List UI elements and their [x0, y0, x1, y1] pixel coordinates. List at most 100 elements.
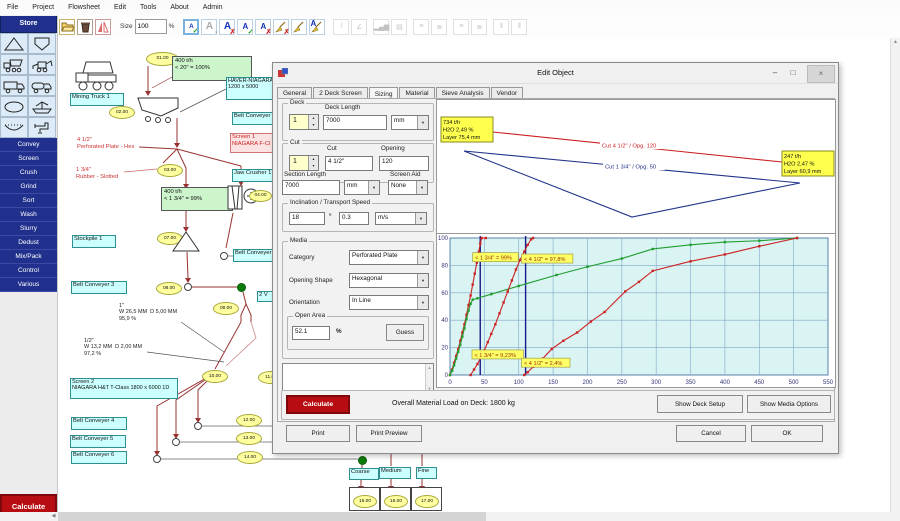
tab-2-deck-screen[interactable]: 2 Deck Screen — [313, 87, 368, 98]
flowsheet-node-mining-truck-1[interactable]: Mining Truck 1 — [70, 93, 124, 106]
cut-number-spinner[interactable]: 1 ▲▼ — [289, 155, 319, 171]
flowsheet-node[interactable] — [172, 438, 180, 446]
chevron-down-icon[interactable]: ▼ — [417, 274, 428, 287]
guess-button[interactable]: Guess — [386, 324, 424, 341]
flowsheet-node[interactable] — [358, 456, 367, 465]
orientation-select[interactable]: In Line ▼ — [349, 295, 429, 310]
vertical-scrollbar[interactable]: ▲ — [890, 38, 900, 512]
hopper-icon[interactable] — [28, 33, 56, 54]
speed-unit-select[interactable]: m/s ▼ — [375, 212, 427, 225]
tab-vendor[interactable]: Vendor — [491, 87, 524, 98]
flowsheet-node-1-[interactable]: 1" W 26,5 MM D 5,00 MM 95,9 % — [119, 303, 185, 329]
menu-item-flowsheet[interactable]: Flowsheet — [61, 4, 107, 11]
flowsheet-node-fine[interactable]: Fine — [416, 467, 437, 479]
flowsheet-node-1-3-4-[interactable]: 1 3/4" Rubber - Slotted — [76, 167, 136, 185]
clean-marked-broom-icon[interactable]: ✗ — [273, 19, 289, 35]
chevron-down-icon[interactable]: ▼ — [368, 181, 379, 194]
flowsheet-node-10-00[interactable]: 10.00 — [202, 370, 228, 383]
spinner-arrows-icon[interactable]: ▲▼ — [308, 115, 318, 129]
sidebar-item-slurry[interactable]: Slurry — [0, 222, 57, 236]
flowsheet-node-08-00[interactable]: 08.00 — [156, 282, 182, 295]
tanker-truck-icon[interactable] — [28, 75, 56, 96]
dialog-title-bar[interactable]: Edit Object – □ × — [273, 63, 838, 84]
flowsheet-node-coarse[interactable]: Coarse — [349, 468, 379, 480]
menu-item-file[interactable]: File — [0, 4, 25, 11]
feeder-symbol[interactable] — [136, 96, 180, 123]
deck-length-input[interactable]: 7000 — [323, 115, 387, 130]
cancel-button[interactable]: Cancel — [676, 425, 746, 442]
tab-material[interactable]: Material — [399, 87, 434, 98]
transport-speed-input[interactable]: 0.3 — [339, 212, 369, 225]
sidebar-item-wash[interactable]: Wash — [0, 208, 57, 222]
flowsheet-node-17-00[interactable]: 17.00 — [415, 495, 439, 508]
sidebar-item-screen[interactable]: Screen — [0, 152, 57, 166]
sidebar-item-mixpack[interactable]: Mix/Pack — [0, 250, 57, 264]
sidebar-item-various[interactable]: Various — [0, 278, 57, 292]
menu-item-about[interactable]: About — [163, 4, 195, 11]
flowsheet-node[interactable] — [153, 455, 161, 463]
label-accept-icon[interactable]: A✓ — [183, 19, 199, 35]
flowsheet-node[interactable] — [184, 283, 192, 291]
flowsheet-node-belt-conveyer-5[interactable]: Belt Conveyer 5 — [70, 435, 126, 448]
sidebar-item-crush[interactable]: Crush — [0, 166, 57, 180]
flowsheet-node-stockpile-1[interactable]: Stockpile 1 — [72, 235, 116, 248]
horizontal-scroll-thumb[interactable] — [58, 512, 486, 521]
stockpile-icon[interactable] — [0, 33, 28, 54]
sidebar-item-dedust[interactable]: Dedust — [0, 236, 57, 250]
tab-sieve-analysis[interactable]: Sieve Analysis — [436, 87, 490, 98]
open-area-input[interactable]: 52.1 — [292, 326, 330, 340]
sidebar-item-grind[interactable]: Grind — [0, 180, 57, 194]
wheel-loader-icon[interactable] — [28, 54, 56, 75]
menu-item-tools[interactable]: Tools — [133, 4, 163, 11]
chevron-down-icon[interactable]: ▼ — [416, 181, 427, 194]
minimize-icon[interactable]: – — [768, 67, 782, 79]
flowsheet-node-belt-conveyer-6[interactable]: Belt Conveyer 6 — [71, 451, 127, 464]
dredger-icon[interactable] — [28, 96, 56, 117]
show-media-options-button[interactable]: Show Media Options — [747, 395, 831, 413]
screen-aid-select[interactable]: None ▼ — [388, 180, 428, 195]
horizontal-scrollbar[interactable]: ◀ — [0, 512, 900, 521]
deck-number-spinner[interactable]: 1 ▲▼ — [289, 114, 319, 130]
print-button[interactable]: Print — [286, 425, 350, 442]
flowsheet-node-medium[interactable]: Medium — [379, 467, 411, 479]
section-length-input[interactable]: 7000 — [282, 180, 340, 195]
flowsheet-node-belt-conveyer-4[interactable]: Belt Conveyer 4 — [71, 417, 127, 430]
sidebar-item-convey[interactable]: Convey — [0, 138, 57, 152]
tab-general[interactable]: General — [277, 87, 312, 98]
tank-icon[interactable] — [0, 96, 28, 117]
flowsheet-node[interactable] — [220, 252, 228, 260]
flowsheet-node-02-00[interactable]: 02.00 — [109, 106, 135, 119]
flowsheet-node-03-00[interactable]: 03.00 — [157, 164, 183, 177]
opening-input[interactable]: 120 — [379, 156, 429, 171]
scrollbar[interactable]: ▲▼ — [425, 364, 433, 392]
delete-trash-icon[interactable] — [77, 19, 93, 35]
flowsheet-node-14-00[interactable]: 14.00 — [237, 451, 263, 464]
print-preview-button[interactable]: Print Preview — [356, 425, 422, 442]
calculate-button[interactable]: Calculate — [286, 395, 350, 414]
flowsheet-node-16-00[interactable]: 16.00 — [384, 495, 408, 508]
sidebar-store-header[interactable]: Store — [0, 15, 57, 33]
maximize-icon[interactable]: □ — [786, 67, 800, 79]
spinner-arrows-icon[interactable]: ▲▼ — [308, 156, 318, 170]
small-label-delete-icon[interactable]: A✗ — [255, 19, 271, 35]
flowsheet-node-09-00[interactable]: 09.00 — [213, 302, 239, 315]
open-folder-icon[interactable] — [59, 19, 75, 35]
flowsheet-node-400-t-h[interactable]: 400 t/h < 1 3/4" = 99% — [161, 187, 233, 211]
menu-item-edit[interactable]: Edit — [107, 4, 133, 11]
label-delete-icon[interactable]: A✗ — [219, 19, 235, 35]
flowsheet-node-12-00[interactable]: 12.00 — [236, 414, 262, 427]
flowsheet-node-belt-conveyer-3[interactable]: Belt Conveyer 3 — [71, 281, 127, 294]
sidebar-item-control[interactable]: Control — [0, 264, 57, 278]
sidebar-item-sort[interactable]: Sort — [0, 194, 57, 208]
font-remove-icon[interactable]: A- — [201, 19, 217, 35]
scroll-left-icon[interactable]: ◀ — [49, 512, 58, 521]
dump-truck-icon[interactable] — [0, 54, 28, 75]
flowsheet-node-screen-2[interactable]: Screen 2 NIAGARA H&T T-Class 1800 x 6000… — [70, 378, 178, 399]
small-label-accept-icon[interactable]: A✓ — [237, 19, 253, 35]
flowsheet-node[interactable] — [237, 283, 246, 292]
flowsheet-node-13-00[interactable]: 13.00 — [236, 432, 262, 445]
chevron-down-icon[interactable]: ▼ — [417, 116, 428, 129]
section-unit-select[interactable]: mm ▼ — [344, 180, 380, 195]
clean-broom-icon[interactable] — [291, 19, 307, 35]
category-select[interactable]: Perforated Plate ▼ — [349, 250, 429, 265]
